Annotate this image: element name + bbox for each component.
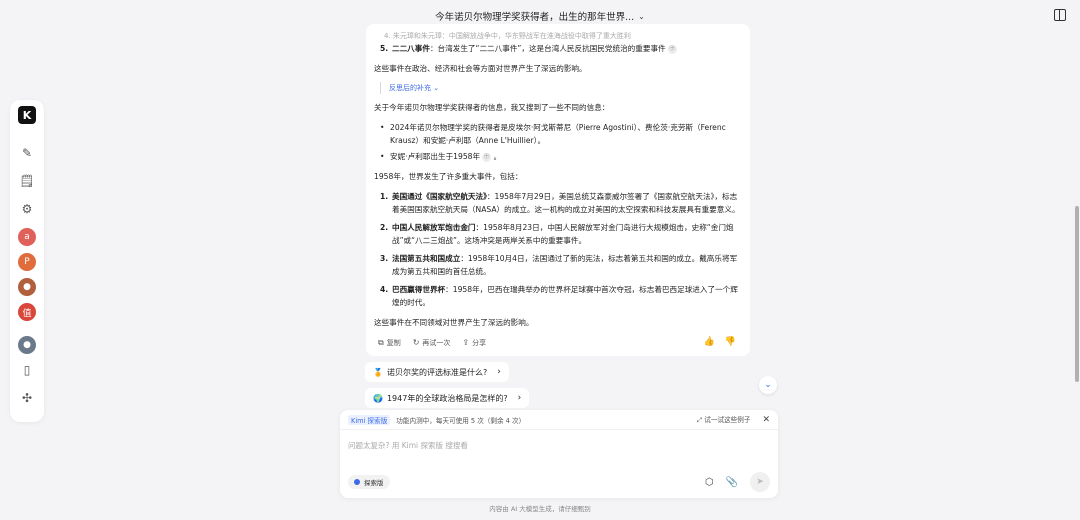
share-button[interactable]: ⇪ 分享 <box>462 336 486 350</box>
avatar-3[interactable]: ● <box>18 278 36 296</box>
answer-card: 4. 朱元璋和朱元璋：中国解放战争中，华东野战军在淮海战役中取得了重大胜利 5.… <box>366 24 750 356</box>
chevron-right-icon: › <box>497 367 501 377</box>
reference-icon[interactable]: ㊉ <box>482 152 492 162</box>
attach-icon[interactable]: 📎 <box>726 477 738 488</box>
notice-text: 功能内测中，每天可使用 5 次（剩余 4 次） <box>396 416 526 425</box>
faded-list-item: 4. 朱元璋和朱元璋：中国解放战争中，华东野战军在淮海战役中取得了重大胜利 <box>384 32 631 40</box>
feedback-buttons: 👍 👎 <box>704 336 736 349</box>
reference-icon[interactable]: ㊉ <box>667 44 677 54</box>
user-avatar[interactable]: ● <box>18 336 36 354</box>
history-icon[interactable]: 🗒 <box>18 172 36 190</box>
retry-button[interactable]: ↻ 再试一次 <box>413 336 451 350</box>
mode-toggle[interactable]: 探索版 <box>348 475 390 489</box>
avatar-2[interactable]: P <box>18 253 36 271</box>
event-list-top: 5. 二二八事件：台湾发生了“二二八事件”，这是台湾人民反抗国民党统治的重要事件㊉ <box>374 42 740 55</box>
try-examples-link[interactable]: ⤢ 试一试这些例子 <box>697 414 751 425</box>
list-item: 3. 法国第五共和国成立：1958年10月4日，法国通过了新的宪法，标志着第五共和… <box>380 254 738 276</box>
tablet-icon[interactable]: ▯ <box>18 361 36 379</box>
send-button[interactable]: ➤ <box>750 472 770 492</box>
avatar-4[interactable]: 值 <box>18 303 36 321</box>
scroll-down-icon[interactable]: ⌄ <box>759 376 777 394</box>
conversation-title[interactable]: 今年诺贝尔物理学奖获得者，出生的那年世界... <box>435 9 634 23</box>
list-item: 2024年诺贝尔物理学奖的获得者是皮埃尔·阿戈斯蒂尼（Pierre Agosti… <box>374 121 740 147</box>
scrollbar[interactable] <box>1075 206 1079 382</box>
suggestion-chip[interactable]: 🌍 1947年的全球政治格局是怎样的? › <box>365 388 530 408</box>
intro-text: 关于今年诺贝尔物理学奖获得者的信息，我又搜到了一些不同的信息： <box>374 103 610 112</box>
suggestion-chip[interactable]: 🏅 诺贝尔奖的评选标准是什么? › <box>365 362 509 382</box>
supplement-toggle[interactable]: 反思后的补充 ⌄ <box>380 82 740 94</box>
share-icon: ⇪ <box>462 338 470 347</box>
event-list: 1. 美国通过《国家航空航天法》：1958年7月29日，美国总统艾森豪威尔签署了《… <box>374 190 740 309</box>
copy-button[interactable]: ⧉ 复制 <box>378 336 401 350</box>
answer-actions: ⧉ 复制 ↻ 再试一次 ⇪ 分享 <box>378 336 486 350</box>
globe-icon: 🌍 <box>373 393 383 403</box>
kimi-logo[interactable]: K <box>18 106 36 124</box>
thumbs-up-icon[interactable]: 👍 <box>704 336 715 349</box>
intro-text-2: 1958年，世界发生了许多重大事件，包括： <box>374 172 523 181</box>
avatar-1[interactable]: a <box>18 228 36 246</box>
chat-input[interactable]: 问题太复杂? 用 Kimi 探索版 搜搜看 <box>340 430 778 461</box>
info-bullets: 2024年诺贝尔物理学奖的获得者是皮埃尔·阿戈斯蒂尼（Pierre Agosti… <box>374 121 740 163</box>
chat-input-box: Kimi 探索版 功能内测中，每天可使用 5 次（剩余 4 次） ⤢ 试一试这些… <box>340 410 778 498</box>
cube-icon[interactable]: ⬡ <box>705 477 714 488</box>
list-item: 4. 巴西赢得世界杯：1958年，巴西在瑞典举办的世界杯足球赛中首次夺冠，标志着巴… <box>380 285 738 307</box>
sidebar-toggle-icon[interactable] <box>1054 9 1066 21</box>
disclaimer-text: 内容由 AI 大模型生成，请仔细甄别 <box>489 505 591 513</box>
thumbs-down-icon[interactable]: 👎 <box>725 336 736 349</box>
medal-icon: 🏅 <box>373 367 383 377</box>
retry-icon: ↻ <box>412 338 420 347</box>
list-item: 安妮·卢利耶出生于1958年㊉ 。 <box>374 150 740 163</box>
copy-icon: ⧉ <box>378 338 384 347</box>
explore-tag: Kimi 探索版 <box>348 414 391 425</box>
list-item: 5. 二二八事件：台湾发生了“二二八事件”，这是台湾人民反抗国民党统治的重要事件㊉ <box>380 44 677 54</box>
new-chat-icon[interactable]: ✎ <box>18 144 36 162</box>
close-icon[interactable]: ✕ <box>762 415 770 425</box>
puzzle-icon[interactable]: ✣ <box>18 389 36 407</box>
list-item: 1. 美国通过《国家航空航天法》：1958年7月29日，美国总统艾森豪威尔签署了《… <box>380 192 740 214</box>
chevron-down-icon[interactable]: ⌄ <box>638 12 645 21</box>
left-rail: K ✎ 🗒 ⚙ a P ● 值 ● ▯ ✣ <box>10 100 44 422</box>
list-item: 2. 中国人民解放军炮击金门：1958年8月23日，中国人民解放军对金门岛进行大规… <box>380 223 734 245</box>
summary-text: 这些事件在政治、经济和社会等方面对世界产生了深远的影响。 <box>374 64 587 73</box>
chevron-right-icon: › <box>517 393 522 403</box>
explore-notice-bar: Kimi 探索版 功能内测中，每天可使用 5 次（剩余 4 次） ⤢ 试一试这些… <box>340 410 778 430</box>
summary-text-2: 这些事件在不同领域对世界产生了深远的影响。 <box>374 318 534 327</box>
explore-icon[interactable]: ⚙ <box>18 200 36 218</box>
mode-dot-icon <box>354 479 360 485</box>
